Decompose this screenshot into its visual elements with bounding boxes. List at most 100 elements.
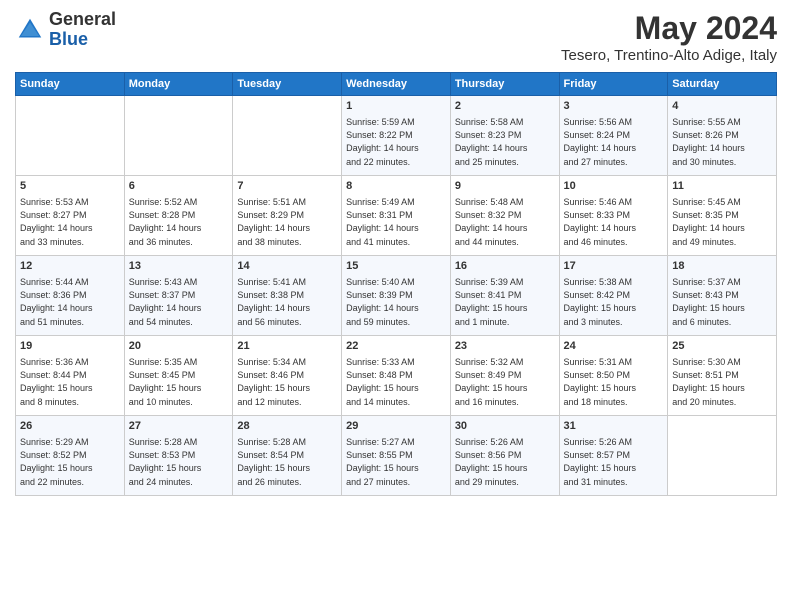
day-number: 18 <box>672 259 772 274</box>
calendar-cell: 12 Sunrise: 5:44 AM Sunset: 8:36 PM Dayli… <box>16 256 125 336</box>
calendar-cell: 30Sunrise: 5:26 AM Sunset: 8:56 PM Dayli… <box>450 416 559 496</box>
day-info: Sunrise: 5:51 AM Sunset: 8:29 PM Dayligh… <box>237 196 337 248</box>
day-info: Sunrise: 5:45 AM Sunset: 8:35 PM Dayligh… <box>672 196 772 248</box>
weekday-header-thursday: Thursday <box>450 73 559 96</box>
day-info: Sunrise: 5:46 AM Sunset: 8:33 PM Dayligh… <box>564 196 664 248</box>
day-info: Sunrise: 5:49 AM Sunset: 8:31 PM Dayligh… <box>346 196 446 248</box>
day-number: 20 <box>129 339 229 354</box>
calendar-cell: 20 Sunrise: 5:35 AM Sunset: 8:45 PM Dayli… <box>124 336 233 416</box>
day-number: 29 <box>346 419 446 434</box>
day-info: Sunrise: 5:52 AM Sunset: 8:28 PM Dayligh… <box>129 196 229 248</box>
calendar: SundayMondayTuesdayWednesdayThursdayFrid… <box>15 72 777 496</box>
day-number: 10 <box>564 179 664 194</box>
week-row-0: 1Sunrise: 5:59 AM Sunset: 8:22 PM Daylig… <box>16 96 777 176</box>
weekday-header-friday: Friday <box>559 73 668 96</box>
calendar-cell: 10 Sunrise: 5:46 AM Sunset: 8:33 PM Dayli… <box>559 176 668 256</box>
day-info: Sunrise: 5:53 AM Sunset: 8:27 PM Dayligh… <box>20 196 120 248</box>
calendar-cell: 15 Sunrise: 5:40 AM Sunset: 8:39 PM Dayli… <box>342 256 451 336</box>
day-info: Sunrise: 5:58 AM Sunset: 8:23 PM Dayligh… <box>455 116 555 168</box>
day-number: 5 <box>20 179 120 194</box>
day-info: Sunrise: 5:36 AM Sunset: 8:44 PM Dayligh… <box>20 356 120 408</box>
subtitle: Tesero, Trentino-Alto Adige, Italy <box>561 47 777 64</box>
calendar-cell: 13 Sunrise: 5:43 AM Sunset: 8:37 PM Dayli… <box>124 256 233 336</box>
day-info: Sunrise: 5:39 AM Sunset: 8:41 PM Dayligh… <box>455 276 555 328</box>
calendar-cell: 26 Sunrise: 5:29 AM Sunset: 8:52 PM Dayli… <box>16 416 125 496</box>
day-number: 24 <box>564 339 664 354</box>
calendar-cell: 22 Sunrise: 5:33 AM Sunset: 8:48 PM Dayli… <box>342 336 451 416</box>
logo-general: General <box>49 9 116 29</box>
calendar-cell: 4 Sunrise: 5:55 AM Sunset: 8:26 PM Daylig… <box>668 96 777 176</box>
weekday-header-tuesday: Tuesday <box>233 73 342 96</box>
day-info: Sunrise: 5:32 AM Sunset: 8:49 PM Dayligh… <box>455 356 555 408</box>
day-info: Sunrise: 5:29 AM Sunset: 8:52 PM Dayligh… <box>20 436 120 488</box>
calendar-cell: 27 Sunrise: 5:28 AM Sunset: 8:53 PM Dayli… <box>124 416 233 496</box>
day-info: Sunrise: 5:28 AM Sunset: 8:53 PM Dayligh… <box>129 436 229 488</box>
day-info: Sunrise: 5:44 AM Sunset: 8:36 PM Dayligh… <box>20 276 120 328</box>
day-info: Sunrise: 5:31 AM Sunset: 8:50 PM Dayligh… <box>564 356 664 408</box>
day-number: 17 <box>564 259 664 274</box>
calendar-cell: 1Sunrise: 5:59 AM Sunset: 8:22 PM Daylig… <box>342 96 451 176</box>
calendar-body: 1Sunrise: 5:59 AM Sunset: 8:22 PM Daylig… <box>16 96 777 496</box>
day-info: Sunrise: 5:26 AM Sunset: 8:57 PM Dayligh… <box>564 436 664 488</box>
calendar-cell: 7 Sunrise: 5:51 AM Sunset: 8:29 PM Daylig… <box>233 176 342 256</box>
day-info: Sunrise: 5:33 AM Sunset: 8:48 PM Dayligh… <box>346 356 446 408</box>
calendar-cell: 31 Sunrise: 5:26 AM Sunset: 8:57 PM Dayli… <box>559 416 668 496</box>
day-number: 22 <box>346 339 446 354</box>
day-number: 25 <box>672 339 772 354</box>
day-number: 7 <box>237 179 337 194</box>
day-info: Sunrise: 5:30 AM Sunset: 8:51 PM Dayligh… <box>672 356 772 408</box>
day-info: Sunrise: 5:27 AM Sunset: 8:55 PM Dayligh… <box>346 436 446 488</box>
day-number: 8 <box>346 179 446 194</box>
main-title: May 2024 <box>561 10 777 47</box>
title-block: May 2024 Tesero, Trentino-Alto Adige, It… <box>561 10 777 64</box>
day-info: Sunrise: 5:35 AM Sunset: 8:45 PM Dayligh… <box>129 356 229 408</box>
day-number: 31 <box>564 419 664 434</box>
day-info: Sunrise: 5:28 AM Sunset: 8:54 PM Dayligh… <box>237 436 337 488</box>
day-number: 19 <box>20 339 120 354</box>
day-info: Sunrise: 5:34 AM Sunset: 8:46 PM Dayligh… <box>237 356 337 408</box>
day-info: Sunrise: 5:37 AM Sunset: 8:43 PM Dayligh… <box>672 276 772 328</box>
day-number: 21 <box>237 339 337 354</box>
day-number: 4 <box>672 99 772 114</box>
calendar-cell: 18 Sunrise: 5:37 AM Sunset: 8:43 PM Dayli… <box>668 256 777 336</box>
calendar-cell: 28 Sunrise: 5:28 AM Sunset: 8:54 PM Dayli… <box>233 416 342 496</box>
day-info: Sunrise: 5:43 AM Sunset: 8:37 PM Dayligh… <box>129 276 229 328</box>
week-row-1: 5 Sunrise: 5:53 AM Sunset: 8:27 PM Daylig… <box>16 176 777 256</box>
day-number: 28 <box>237 419 337 434</box>
calendar-cell: 9Sunrise: 5:48 AM Sunset: 8:32 PM Daylig… <box>450 176 559 256</box>
calendar-cell <box>124 96 233 176</box>
day-info: Sunrise: 5:56 AM Sunset: 8:24 PM Dayligh… <box>564 116 664 168</box>
calendar-cell: 8 Sunrise: 5:49 AM Sunset: 8:31 PM Daylig… <box>342 176 451 256</box>
day-number: 16 <box>455 259 555 274</box>
day-info: Sunrise: 5:40 AM Sunset: 8:39 PM Dayligh… <box>346 276 446 328</box>
calendar-cell: 23Sunrise: 5:32 AM Sunset: 8:49 PM Dayli… <box>450 336 559 416</box>
week-row-3: 19 Sunrise: 5:36 AM Sunset: 8:44 PM Dayli… <box>16 336 777 416</box>
calendar-cell: 3 Sunrise: 5:56 AM Sunset: 8:24 PM Daylig… <box>559 96 668 176</box>
day-number: 30 <box>455 419 555 434</box>
header: General Blue May 2024 Tesero, Trentino-A… <box>15 10 777 64</box>
day-number: 15 <box>346 259 446 274</box>
day-info: Sunrise: 5:38 AM Sunset: 8:42 PM Dayligh… <box>564 276 664 328</box>
day-number: 6 <box>129 179 229 194</box>
calendar-cell: 19 Sunrise: 5:36 AM Sunset: 8:44 PM Dayli… <box>16 336 125 416</box>
weekday-header-monday: Monday <box>124 73 233 96</box>
calendar-cell <box>16 96 125 176</box>
day-info: Sunrise: 5:59 AM Sunset: 8:22 PM Dayligh… <box>346 116 446 168</box>
day-number: 13 <box>129 259 229 274</box>
calendar-cell: 2 Sunrise: 5:58 AM Sunset: 8:23 PM Daylig… <box>450 96 559 176</box>
day-number: 3 <box>564 99 664 114</box>
day-number: 11 <box>672 179 772 194</box>
day-number: 2 <box>455 99 555 114</box>
day-info: Sunrise: 5:41 AM Sunset: 8:38 PM Dayligh… <box>237 276 337 328</box>
logo-icon <box>15 15 45 45</box>
day-number: 26 <box>20 419 120 434</box>
calendar-cell: 25 Sunrise: 5:30 AM Sunset: 8:51 PM Dayli… <box>668 336 777 416</box>
calendar-cell <box>233 96 342 176</box>
weekday-header-wednesday: Wednesday <box>342 73 451 96</box>
day-info: Sunrise: 5:48 AM Sunset: 8:32 PM Dayligh… <box>455 196 555 248</box>
day-info: Sunrise: 5:55 AM Sunset: 8:26 PM Dayligh… <box>672 116 772 168</box>
day-number: 27 <box>129 419 229 434</box>
calendar-cell: 6 Sunrise: 5:52 AM Sunset: 8:28 PM Daylig… <box>124 176 233 256</box>
calendar-cell: 29 Sunrise: 5:27 AM Sunset: 8:55 PM Dayli… <box>342 416 451 496</box>
day-number: 12 <box>20 259 120 274</box>
